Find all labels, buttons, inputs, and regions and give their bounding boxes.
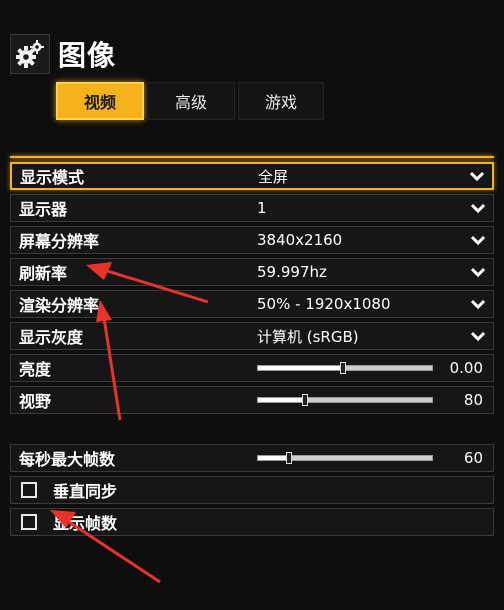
- slider-handle[interactable]: [340, 362, 347, 374]
- slider-fill: [258, 456, 290, 460]
- setting-value: 50% - 1920x1080: [257, 295, 391, 313]
- settings-list: 显示模式 全屏 显示器 1 屏幕分辨率 3840x2160 刷新率 59.997…: [10, 162, 494, 540]
- slider-value: 80: [463, 391, 483, 409]
- page-header: 图像: [10, 34, 116, 74]
- slider-fill: [258, 366, 344, 370]
- panel-divider: [10, 156, 494, 158]
- setting-label: 垂直同步: [53, 482, 118, 501]
- tab-game[interactable]: 游戏: [238, 82, 324, 120]
- fov-slider[interactable]: 80: [251, 391, 493, 409]
- setting-label: 显示灰度: [19, 328, 84, 347]
- brightness-slider[interactable]: 0.00: [251, 359, 493, 377]
- setting-show-fps[interactable]: 显示帧数: [10, 508, 494, 536]
- slider-fill: [258, 398, 305, 402]
- setting-value: 59.997hz: [257, 263, 327, 281]
- gear-icon[interactable]: [10, 34, 50, 74]
- slider-handle[interactable]: [301, 394, 308, 406]
- chevron-down-icon[interactable]: [467, 325, 489, 347]
- setting-refresh-rate[interactable]: 刷新率 59.997hz: [10, 258, 494, 286]
- slider-track[interactable]: [257, 362, 433, 374]
- tab-advanced[interactable]: 高级: [147, 82, 235, 120]
- tab-video[interactable]: 视频: [56, 82, 144, 120]
- max-fps-slider[interactable]: 60: [251, 449, 493, 467]
- setting-brightness: 亮度 0.00: [10, 354, 494, 382]
- setting-label: 显示器: [19, 200, 68, 219]
- setting-gamma[interactable]: 显示灰度 计算机 (sRGB): [10, 322, 494, 350]
- tab-bar: 视频 高级 游戏: [56, 82, 327, 120]
- chevron-down-icon[interactable]: [467, 261, 489, 283]
- setting-display-mode[interactable]: 显示模式 全屏: [10, 162, 494, 190]
- setting-monitor[interactable]: 显示器 1: [10, 194, 494, 222]
- setting-label: 亮度: [19, 360, 52, 379]
- setting-value: 计算机 (sRGB): [257, 327, 359, 346]
- setting-label: 显示模式: [20, 168, 85, 187]
- chevron-down-icon[interactable]: [467, 293, 489, 315]
- slider-track[interactable]: [257, 394, 433, 406]
- chevron-down-icon[interactable]: [467, 197, 489, 219]
- setting-label: 渲染分辨率: [19, 296, 100, 315]
- setting-label: 每秒最大帧数: [19, 450, 116, 469]
- slider-value: 60: [463, 449, 483, 467]
- setting-fov: 视野 80: [10, 386, 494, 414]
- setting-label: 刷新率: [19, 264, 68, 283]
- setting-value: 1: [257, 199, 267, 217]
- chevron-down-icon[interactable]: [466, 165, 488, 187]
- slider-value: 0.00: [449, 359, 483, 377]
- setting-label: 视野: [19, 392, 52, 411]
- setting-screen-resolution[interactable]: 屏幕分辨率 3840x2160: [10, 226, 494, 254]
- setting-vsync[interactable]: 垂直同步: [10, 476, 494, 504]
- page-title: 图像: [58, 39, 117, 72]
- show-fps-checkbox[interactable]: [21, 514, 37, 530]
- setting-label: 显示帧数: [53, 514, 118, 533]
- slider-handle[interactable]: [286, 452, 293, 464]
- setting-value: 全屏: [258, 167, 289, 186]
- setting-max-fps: 每秒最大帧数 60: [10, 444, 494, 472]
- setting-value: 3840x2160: [257, 231, 343, 249]
- settings-screen: 图像 视频 高级 游戏 显示模式 全屏 显示器 1 屏幕分辨率 3840x216…: [0, 0, 504, 610]
- chevron-down-icon[interactable]: [467, 229, 489, 251]
- setting-label: 屏幕分辨率: [19, 232, 100, 251]
- slider-track[interactable]: [257, 452, 433, 464]
- vsync-checkbox[interactable]: [21, 482, 37, 498]
- setting-render-resolution[interactable]: 渲染分辨率 50% - 1920x1080: [10, 290, 494, 318]
